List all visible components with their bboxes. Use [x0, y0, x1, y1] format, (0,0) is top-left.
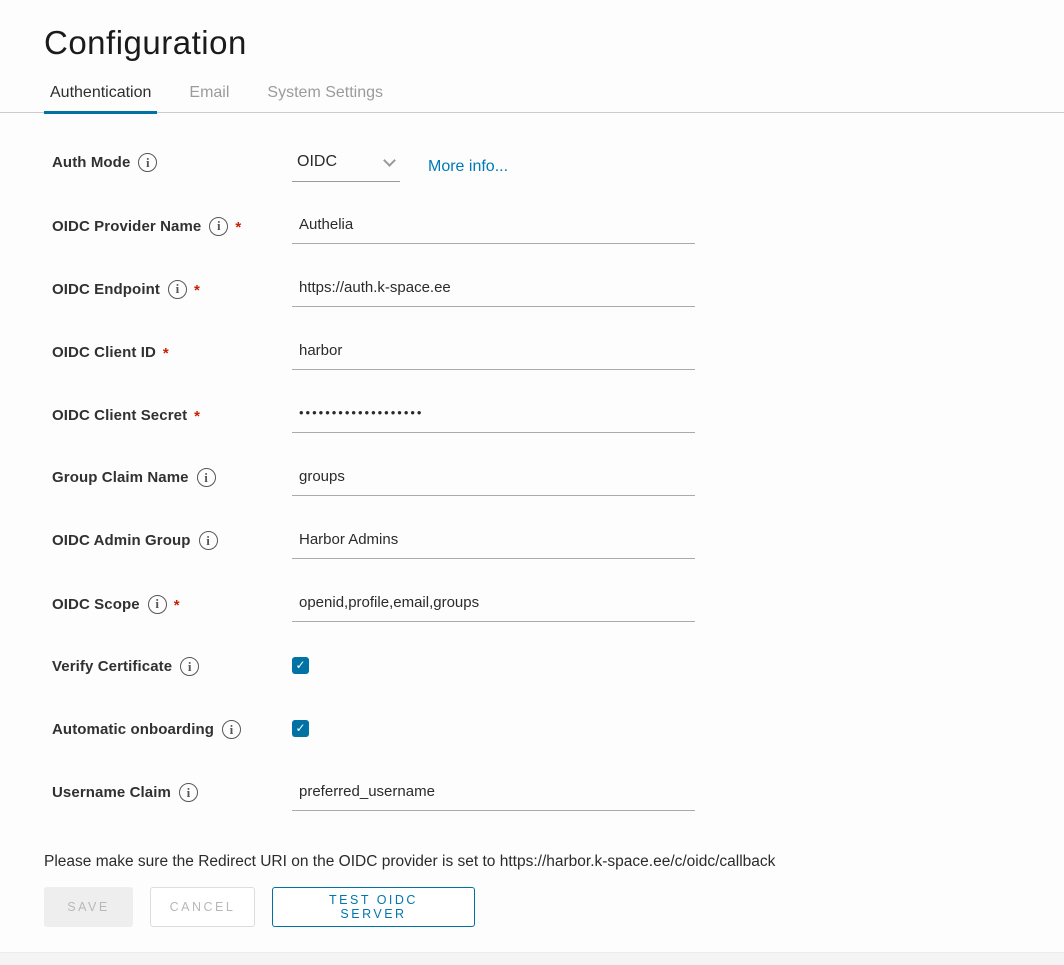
- save-button[interactable]: SAVE: [44, 887, 133, 927]
- required-marker: *: [235, 216, 241, 236]
- info-icon[interactable]: i: [197, 468, 216, 487]
- info-icon[interactable]: i: [222, 720, 241, 739]
- info-icon[interactable]: i: [138, 153, 157, 172]
- check-icon: ✓: [295, 657, 305, 674]
- info-icon[interactable]: i: [199, 531, 218, 550]
- tab-email[interactable]: Email: [183, 78, 235, 114]
- oidc-endpoint-input[interactable]: [292, 277, 695, 307]
- username-claim-input[interactable]: [292, 781, 695, 811]
- oidc-client-id-label: OIDC Client ID: [52, 344, 156, 361]
- chevron-down-icon: [383, 154, 396, 167]
- oidc-client-id-input[interactable]: [292, 340, 695, 370]
- group-claim-name-input[interactable]: [292, 466, 695, 496]
- row-oidc-provider-name: OIDC Provider Name i *: [52, 206, 1064, 269]
- redirect-uri-note: Please make sure the Redirect URI on the…: [44, 853, 1064, 871]
- automatic-onboarding-checkbox[interactable]: ✓: [292, 720, 309, 737]
- action-buttons: SAVE CANCEL TEST OIDC SERVER: [44, 887, 1064, 927]
- info-icon[interactable]: i: [179, 783, 198, 802]
- oidc-provider-name-label: OIDC Provider Name: [52, 218, 201, 235]
- required-marker: *: [194, 405, 200, 425]
- info-icon[interactable]: i: [180, 657, 199, 676]
- cancel-button[interactable]: CANCEL: [150, 887, 255, 927]
- auth-settings-form: Auth Mode i OIDC More info... OIDC Provi…: [0, 113, 1064, 836]
- auth-mode-select[interactable]: OIDC: [292, 151, 400, 182]
- oidc-scope-input[interactable]: [292, 592, 695, 622]
- oidc-scope-label: OIDC Scope: [52, 596, 140, 613]
- auth-mode-label: Auth Mode: [52, 154, 130, 171]
- oidc-admin-group-label: OIDC Admin Group: [52, 532, 191, 549]
- footer-strip: [0, 952, 1064, 965]
- info-icon[interactable]: i: [148, 595, 167, 614]
- configuration-page: Configuration Authentication Email Syste…: [0, 0, 1064, 965]
- row-verify-certificate: Verify Certificate i ✓: [52, 647, 1064, 710]
- verify-certificate-label: Verify Certificate: [52, 658, 172, 675]
- oidc-client-secret-label: OIDC Client Secret: [52, 407, 187, 424]
- tab-bar: Authentication Email System Settings: [0, 78, 1064, 113]
- automatic-onboarding-label: Automatic onboarding: [52, 721, 214, 738]
- group-claim-name-label: Group Claim Name: [52, 469, 189, 486]
- required-marker: *: [174, 594, 180, 614]
- required-marker: *: [163, 342, 169, 362]
- row-username-claim: Username Claim i: [52, 773, 1064, 836]
- row-oidc-client-secret: OIDC Client Secret *: [52, 395, 1064, 458]
- row-group-claim-name: Group Claim Name i: [52, 458, 1064, 521]
- username-claim-label: Username Claim: [52, 784, 171, 801]
- oidc-endpoint-label: OIDC Endpoint: [52, 281, 160, 298]
- oidc-provider-name-input[interactable]: [292, 214, 695, 244]
- oidc-client-secret-input[interactable]: [292, 403, 695, 433]
- tab-authentication[interactable]: Authentication: [44, 78, 157, 114]
- row-oidc-client-id: OIDC Client ID *: [52, 332, 1064, 395]
- required-marker: *: [194, 279, 200, 299]
- check-icon: ✓: [295, 720, 305, 737]
- row-oidc-endpoint: OIDC Endpoint i *: [52, 269, 1064, 332]
- row-auth-mode: Auth Mode i OIDC More info...: [52, 143, 1064, 206]
- info-icon[interactable]: i: [168, 280, 187, 299]
- test-oidc-server-button[interactable]: TEST OIDC SERVER: [272, 887, 475, 927]
- oidc-admin-group-input[interactable]: [292, 529, 695, 559]
- auth-mode-selected-value: OIDC: [297, 153, 337, 171]
- page-title: Configuration: [44, 24, 1064, 62]
- tab-system-settings[interactable]: System Settings: [261, 78, 389, 114]
- row-oidc-scope: OIDC Scope i *: [52, 584, 1064, 647]
- row-oidc-admin-group: OIDC Admin Group i: [52, 521, 1064, 584]
- row-automatic-onboarding: Automatic onboarding i ✓: [52, 710, 1064, 773]
- info-icon[interactable]: i: [209, 217, 228, 236]
- verify-certificate-checkbox[interactable]: ✓: [292, 657, 309, 674]
- more-info-link[interactable]: More info...: [428, 158, 508, 176]
